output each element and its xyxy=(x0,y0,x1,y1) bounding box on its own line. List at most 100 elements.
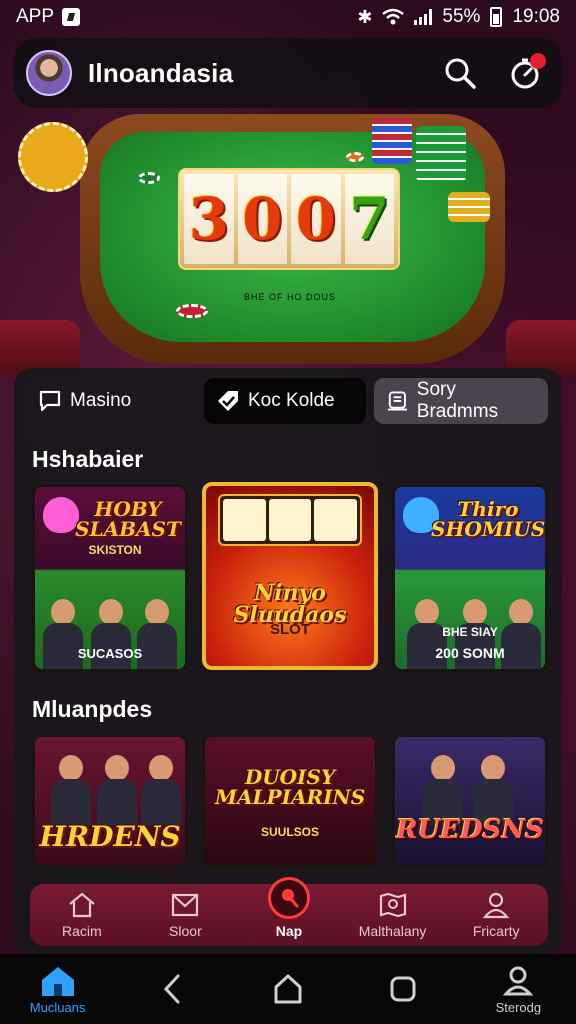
character-icon xyxy=(97,755,137,825)
battery-percent: 55% xyxy=(442,6,481,27)
sys-nav-home-tab[interactable]: Mucluans xyxy=(8,964,108,1015)
hero-banner[interactable]: 3 0 0 7 BHE OF HO DOUS xyxy=(0,100,576,375)
game-card[interactable]: DUOISY MALPIARINS SUULSOS xyxy=(202,734,378,868)
chair-left xyxy=(0,320,80,375)
game-footer: SUCASOS xyxy=(77,646,143,661)
game-card[interactable]: HOBY SLABAST SKISTON SUCASOS xyxy=(32,484,188,672)
play-icon xyxy=(281,889,299,908)
game-title: HRDENS xyxy=(39,820,181,853)
game-card[interactable]: Thiro SHOMIUS BHE SIAY 200 SONM xyxy=(392,484,548,672)
nav-label: Sloor xyxy=(169,923,202,939)
sys-nav-label: Sterodg xyxy=(495,999,542,1015)
red-chip-icon xyxy=(176,304,208,318)
reel-digit: 3 xyxy=(184,174,234,264)
game-subtitle: SUULSOS xyxy=(260,825,319,839)
game-card[interactable]: RUEDSNS xyxy=(392,734,548,868)
tab-label: Koc Kolde xyxy=(248,390,335,411)
tab-koc-kolde[interactable]: Koc Kolde xyxy=(204,378,366,424)
status-time: 19:08 xyxy=(512,6,560,27)
home-icon xyxy=(41,966,74,996)
home-outline-icon xyxy=(274,974,302,1004)
game-row-2: HRDENS DUOISY MALPIARINS SUULSOS RUEDSNS xyxy=(32,734,548,868)
profile-icon xyxy=(503,966,534,995)
reel-digit: 0 xyxy=(291,174,341,264)
game-subtitle: BHE SIAY xyxy=(442,625,498,639)
green-chip-icon xyxy=(138,172,160,184)
app-bottom-nav: Racim Sloor Nap Malthalany Fricarty xyxy=(30,877,548,946)
status-bar: APP ✱ 55% 19:08 xyxy=(0,0,576,34)
game-row-1: HOBY SLABAST SKISTON SUCASOS Ninyo Sluud… xyxy=(32,482,548,672)
gold-chip-icon xyxy=(18,122,88,192)
mini-reels xyxy=(218,494,362,546)
app-header: Ilnoandasia xyxy=(14,38,562,108)
nav-fricarty[interactable]: Fricarty xyxy=(450,891,542,939)
game-title: RUEDSNS xyxy=(396,815,544,845)
game-footer: 200 SONM xyxy=(435,645,505,661)
table-caption: BHE OF HO DOUS xyxy=(243,292,336,302)
tag-icon xyxy=(218,391,238,411)
search-button[interactable] xyxy=(438,51,482,95)
sys-nav-home[interactable] xyxy=(238,972,338,1006)
section-title: Hshabaier xyxy=(32,446,144,472)
nav-label: Racim xyxy=(61,923,102,939)
orange-chip-icon xyxy=(346,152,364,162)
back-icon xyxy=(163,974,180,1004)
chip-stack-icon xyxy=(416,126,466,182)
character-icon xyxy=(51,755,91,825)
recents-icon xyxy=(390,976,416,1002)
slot-reels: 3 0 0 7 xyxy=(178,168,400,270)
sys-nav-label: Mucluans xyxy=(29,999,86,1015)
tab-sory-bradmms[interactable]: Sory Bradmms xyxy=(374,378,548,424)
system-nav-bar: Mucluans Sterodg xyxy=(0,954,576,1024)
signal-icon xyxy=(414,9,433,25)
app-title: Ilnoandasia xyxy=(88,57,234,88)
list-icon xyxy=(387,391,407,411)
game-subtitle: SKISTON xyxy=(88,543,142,557)
chip-stack-icon xyxy=(372,118,412,164)
section-title: Mluanpdes xyxy=(32,696,153,722)
game-title: Thiro SHOMIUS xyxy=(431,497,546,541)
game-subtitle: SLOT xyxy=(270,621,310,638)
avatar[interactable] xyxy=(26,50,72,96)
nav-label: Fricarty xyxy=(472,923,520,939)
nav-label: Nap xyxy=(275,923,303,939)
search-icon xyxy=(445,58,476,89)
wifi-icon xyxy=(382,8,405,25)
chair-right xyxy=(506,320,576,375)
reel-digit: 0 xyxy=(237,174,287,264)
tab-label: Sory Bradmms xyxy=(416,379,499,422)
play-button[interactable] xyxy=(267,877,310,919)
nav-nap[interactable]: Nap xyxy=(243,877,335,939)
status-left: APP xyxy=(16,6,81,28)
character-icon xyxy=(141,755,181,825)
notifications-button[interactable] xyxy=(504,51,548,95)
nav-malthalany[interactable]: Malthalany xyxy=(347,891,439,939)
game-title: DUOISY MALPIARINS xyxy=(214,765,366,809)
app-shortcut-icon xyxy=(62,8,81,26)
game-card[interactable]: HRDENS xyxy=(32,734,188,868)
tab-label: Masino xyxy=(70,390,132,411)
game-title: HOBY SLABAST xyxy=(75,497,181,541)
chip-stack-icon xyxy=(448,192,490,222)
sys-nav-profile[interactable]: Sterodg xyxy=(468,964,568,1015)
reel-digit: 7 xyxy=(344,174,394,264)
status-app-label: APP xyxy=(16,6,55,27)
nav-label: Malthalany xyxy=(358,923,427,939)
game-title: Ninyo Sluudaos xyxy=(233,580,347,628)
tab-masino[interactable]: Masino xyxy=(26,378,196,424)
battery-icon xyxy=(490,7,503,27)
bluetooth-icon: ✱ xyxy=(357,6,373,27)
mail-icon xyxy=(172,893,199,917)
status-right: ✱ 55% 19:08 xyxy=(357,6,560,28)
user-icon xyxy=(482,892,510,919)
chat-icon xyxy=(39,390,61,412)
category-tabs: Masino Koc Kolde Sory Bradmms xyxy=(26,378,550,424)
game-card-featured[interactable]: Ninyo Sluudaos SLOT xyxy=(202,482,378,670)
content-panel: Masino Koc Kolde Sory Bradmms Hshabaier … xyxy=(14,368,562,954)
sys-nav-recents[interactable] xyxy=(353,972,453,1006)
map-icon xyxy=(379,892,406,918)
nav-racim[interactable]: Racim xyxy=(36,891,128,939)
nav-sloor[interactable]: Sloor xyxy=(139,891,231,939)
sys-nav-back[interactable] xyxy=(123,972,223,1006)
notification-badge xyxy=(530,53,546,69)
